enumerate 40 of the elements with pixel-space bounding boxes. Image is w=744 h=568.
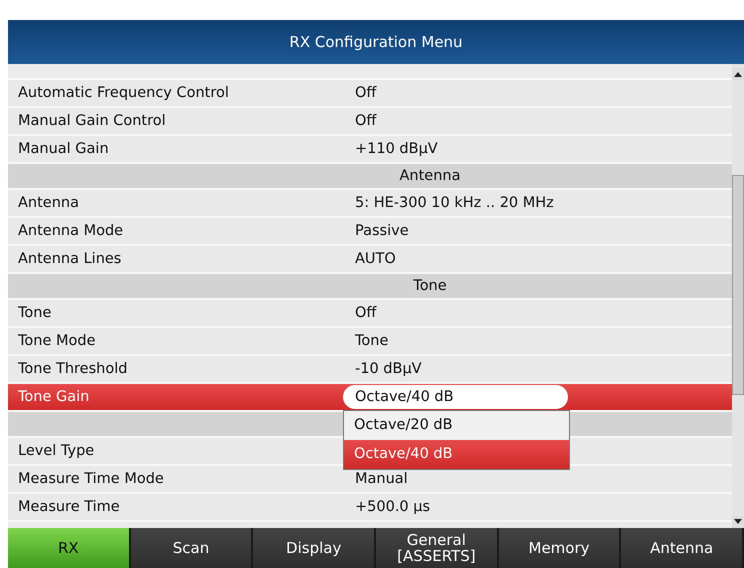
setting-value: Off	[354, 85, 376, 101]
softkey-button[interactable]: Scan	[130, 528, 254, 568]
setting-value: Tone	[354, 333, 388, 349]
setting-name: Antenna Mode	[18, 223, 124, 239]
softkey-button[interactable]: Memory	[498, 528, 622, 568]
section-header: Tone	[8, 274, 732, 300]
setting-name: Measure Time	[18, 499, 121, 515]
setting-value: +500.0 µs	[354, 499, 430, 515]
setting-name: Antenna Lines	[18, 251, 122, 267]
softkey-button[interactable]: Antenna	[621, 528, 744, 568]
setting-value: -10 dBµV	[354, 361, 422, 377]
window-title: RX Configuration Menu	[289, 33, 463, 51]
setting-name: Measure Time Mode	[18, 471, 165, 487]
setting-name: Tone Mode	[18, 333, 96, 349]
setting-name: Tone	[18, 305, 52, 321]
setting-value: Off	[354, 305, 376, 321]
setting-value: Passive	[354, 223, 409, 239]
softkey-button[interactable]: General [ASSERTS]	[376, 528, 499, 568]
softkey-button[interactable]: RX	[8, 528, 131, 568]
setting-name: Antenna	[18, 195, 80, 211]
setting-value: 5: HE-300 10 kHz .. 20 MHz	[354, 195, 554, 211]
section-header: Antenna	[8, 164, 732, 190]
scroll-down-icon[interactable]	[732, 516, 744, 528]
setting-name: Level Type	[18, 443, 96, 459]
setting-value: AUTO	[354, 251, 396, 267]
setting-name: Tone Threshold	[18, 361, 128, 377]
scroll-up-icon[interactable]	[732, 68, 744, 80]
setting-value: Manual	[354, 471, 408, 487]
softkey-button[interactable]: Display	[253, 528, 376, 568]
setting-name: Tone Gain	[18, 389, 90, 405]
setting-name: Manual Gain Control	[18, 113, 167, 129]
setting-name: Automatic Frequency Control	[18, 85, 230, 101]
scroll-thumb[interactable]	[732, 175, 744, 395]
dropdown-option[interactable]: Octave/20 dB	[344, 411, 569, 440]
setting-value: +110 dBµV	[354, 141, 438, 157]
dropdown-option[interactable]: Octave/40 dB	[344, 440, 569, 469]
setting-value: Off	[354, 113, 376, 129]
setting-name: Manual Gain	[18, 141, 110, 157]
value-field[interactable]: Octave/40 dB	[343, 385, 568, 409]
scroll-bar[interactable]	[732, 64, 744, 528]
